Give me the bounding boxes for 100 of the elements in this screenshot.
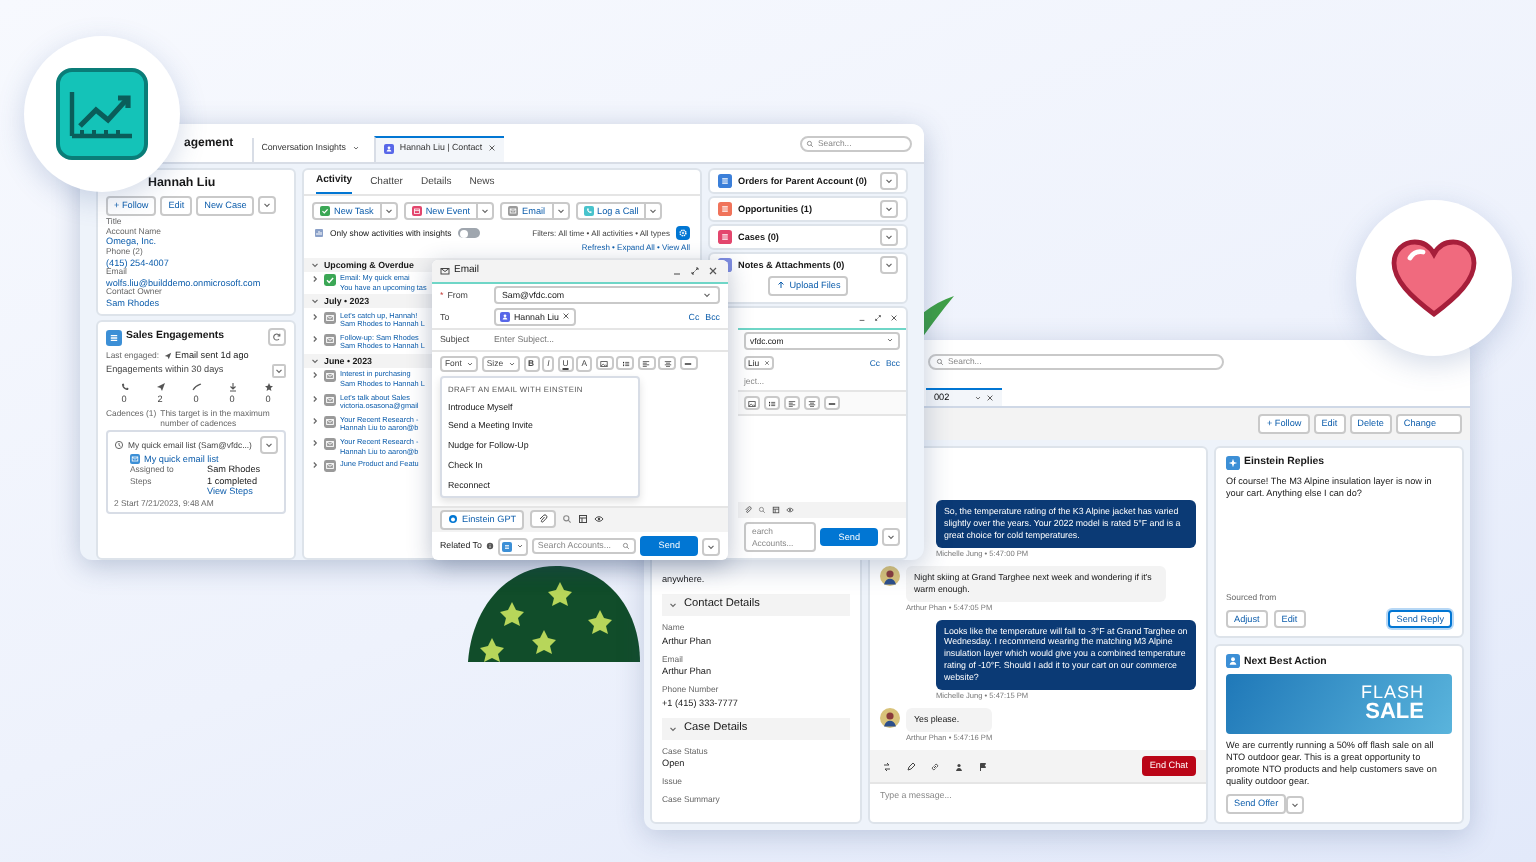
- upload-icon: [775, 280, 786, 291]
- template-icon: [578, 514, 589, 525]
- banner-text: SALE: [1365, 702, 1424, 725]
- dropdown-button[interactable]: [880, 228, 898, 246]
- banner-text: FLASH: [1360, 684, 1424, 703]
- person-icon: [1226, 654, 1240, 669]
- more-icon: [684, 359, 693, 368]
- dropdown-button[interactable]: [1286, 795, 1305, 814]
- chevron-icon: [1290, 799, 1301, 810]
- phone-icon: [583, 205, 594, 216]
- bullet-list-icon: [768, 399, 776, 408]
- sparkle-icon: [1226, 456, 1240, 470]
- chevron-icon: [383, 205, 394, 216]
- dropdown-button[interactable]: [258, 196, 277, 215]
- chat-action-button[interactable]: [952, 759, 966, 774]
- dropdown-button[interactable]: [880, 256, 898, 274]
- toolbar-button[interactable]: [804, 396, 820, 411]
- chat-action-button[interactable]: [904, 759, 918, 774]
- send-icon: [163, 351, 172, 360]
- paperclip-icon: [744, 506, 752, 515]
- dropdown-button[interactable]: [882, 528, 900, 547]
- align-center-icon: [663, 359, 672, 368]
- search-icon: [758, 506, 766, 515]
- toolbar-button[interactable]: [595, 356, 614, 370]
- close-button[interactable]: [706, 264, 720, 278]
- image-icon: [748, 399, 756, 408]
- chevron-icon: [480, 205, 491, 216]
- expand-icon: [874, 313, 882, 322]
- close-icon: [488, 144, 497, 153]
- search-icon: [622, 542, 631, 551]
- expand-icon: [690, 266, 700, 276]
- search-icon: [806, 139, 814, 147]
- toolbar-button[interactable]: [744, 396, 760, 411]
- dropdown-button[interactable]: [646, 201, 663, 221]
- settings-button[interactable]: [676, 226, 690, 241]
- close-icon: [562, 312, 571, 321]
- list-icon: [106, 329, 122, 346]
- chevron-icon: [884, 260, 894, 270]
- avatar-icon: [880, 565, 900, 586]
- envelope-icon: [324, 333, 336, 346]
- calendar-icon: [411, 205, 422, 216]
- chat-action-button[interactable]: [976, 759, 990, 774]
- dropdown-button[interactable]: [880, 172, 898, 190]
- dropdown-button[interactable]: [880, 200, 898, 218]
- eye-icon: [594, 514, 605, 525]
- flag-icon: [978, 761, 988, 772]
- envelope-icon: [324, 415, 336, 428]
- toolbar-button[interactable]: [764, 396, 780, 411]
- toolbar-button[interactable]: [658, 356, 677, 370]
- toolbar-button[interactable]: [637, 356, 656, 370]
- pencil-icon: [906, 761, 916, 772]
- envelope-icon: [324, 438, 336, 451]
- dropdown-button[interactable]: [702, 537, 720, 556]
- settings-icon: [678, 228, 688, 239]
- chevron-icon: [884, 176, 894, 186]
- eye-icon: [786, 506, 794, 515]
- image-icon: [600, 359, 609, 368]
- chevron-icon: [884, 204, 894, 214]
- dropdown-button[interactable]: [478, 201, 495, 221]
- chevron-icon: [555, 205, 566, 216]
- info-icon: [485, 542, 494, 551]
- toolbar-button[interactable]: [784, 396, 800, 411]
- person-icon: [500, 311, 510, 322]
- chevron-icon: [262, 200, 273, 211]
- close-icon: [890, 313, 898, 322]
- align-left-icon: [642, 359, 651, 368]
- toolbar-button[interactable]: [679, 356, 698, 370]
- toggle-switch[interactable]: [457, 227, 480, 239]
- align-left-icon: [788, 399, 796, 408]
- phone-icon: [119, 381, 129, 392]
- refresh-icon: [272, 332, 282, 343]
- heart-icon: [1390, 238, 1478, 318]
- more-icon: [828, 399, 836, 408]
- refresh-button[interactable]: [268, 328, 286, 347]
- object-dropdown[interactable]: [497, 537, 528, 556]
- link-icon: [930, 761, 940, 772]
- person-icon: [954, 761, 964, 772]
- chat-action-button[interactable]: [928, 759, 942, 774]
- avatar-icon: [880, 708, 900, 729]
- search-icon: [936, 358, 944, 366]
- search-icon: [562, 514, 573, 525]
- chart-icon: [56, 68, 148, 160]
- chevron-icon: [706, 541, 716, 552]
- close-button[interactable]: [888, 311, 900, 324]
- clock-icon: [114, 439, 124, 450]
- attach-button[interactable]: [530, 510, 557, 529]
- paperclip-icon: [538, 514, 549, 525]
- line-icon: [191, 381, 201, 392]
- star-icon: [263, 381, 273, 392]
- envelope-icon: [508, 205, 519, 216]
- dropdown-button[interactable]: [260, 435, 278, 454]
- toolbar-button[interactable]: [616, 356, 635, 370]
- envelope-icon: [130, 453, 140, 464]
- close-icon: [708, 266, 718, 276]
- list-icon: [501, 541, 512, 552]
- chevron-icon: [648, 205, 659, 216]
- person-icon: [383, 143, 394, 154]
- close-icon: [985, 394, 994, 403]
- template-icon: [772, 506, 780, 515]
- toolbar-button[interactable]: [824, 396, 840, 411]
